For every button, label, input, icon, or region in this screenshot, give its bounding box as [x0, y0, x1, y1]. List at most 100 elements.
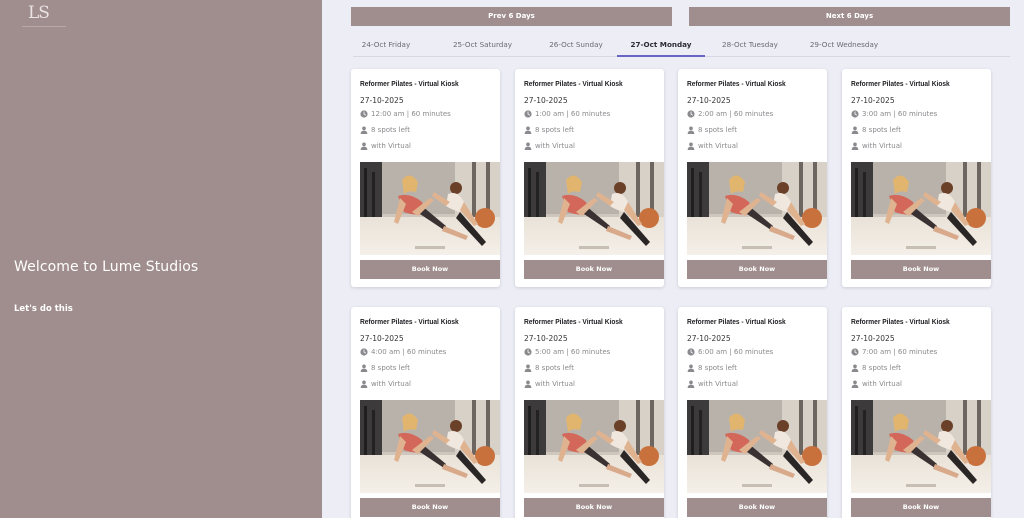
class-date: 27-10-2025: [360, 96, 404, 105]
class-spots-row: 8 spots left: [524, 126, 574, 134]
person-icon: [687, 380, 695, 388]
class-date: 27-10-2025: [851, 334, 895, 343]
class-time: 3:00 am | 60 minutes: [862, 110, 938, 118]
logo-divider: [22, 26, 66, 27]
class-instructor-row: with Virtual: [687, 142, 738, 150]
class-title: Reformer Pilates - Virtual Kiosk: [360, 317, 459, 326]
person-icon: [360, 126, 368, 134]
class-instructor: with Virtual: [535, 142, 575, 150]
class-title: Reformer Pilates - Virtual Kiosk: [524, 317, 623, 326]
class-spots-row: 8 spots left: [851, 126, 901, 134]
clock-icon: [360, 110, 368, 118]
class-time: 7:00 am | 60 minutes: [862, 348, 938, 356]
person-icon: [524, 126, 532, 134]
class-card: Reformer Pilates - Virtual Kiosk 27-10-2…: [515, 307, 664, 518]
class-card: Reformer Pilates - Virtual Kiosk 27-10-2…: [842, 69, 991, 287]
book-now-button[interactable]: Book Now: [851, 498, 991, 517]
class-spots: 8 spots left: [862, 364, 902, 372]
class-title: Reformer Pilates - Virtual Kiosk: [851, 317, 950, 326]
clock-icon: [687, 110, 695, 118]
class-instructor: with Virtual: [698, 142, 738, 150]
class-time: 1:00 am | 60 minutes: [535, 110, 611, 118]
class-date: 27-10-2025: [687, 334, 731, 343]
class-date: 27-10-2025: [524, 334, 568, 343]
clock-icon: [524, 110, 532, 118]
class-title: Reformer Pilates - Virtual Kiosk: [687, 79, 786, 88]
class-instructor-row: with Virtual: [524, 142, 575, 150]
person-icon: [687, 126, 695, 134]
class-instructor-row: with Virtual: [524, 380, 575, 388]
book-now-button[interactable]: Book Now: [524, 260, 664, 279]
class-instructor: with Virtual: [535, 380, 575, 388]
tab-day[interactable]: 29-Oct Wednesday: [794, 32, 894, 57]
class-card: Reformer Pilates - Virtual Kiosk 27-10-2…: [678, 307, 827, 518]
brand-logo: LS: [28, 3, 50, 23]
class-date: 27-10-2025: [687, 96, 731, 105]
person-icon: [360, 380, 368, 388]
class-spots-row: 8 spots left: [524, 364, 574, 372]
class-time: 5:00 am | 60 minutes: [535, 348, 611, 356]
person-icon: [524, 142, 532, 150]
clock-icon: [851, 348, 859, 356]
class-date: 27-10-2025: [851, 96, 895, 105]
class-time: 12:00 am | 60 minutes: [371, 110, 451, 118]
class-spots: 8 spots left: [535, 126, 575, 134]
class-instructor: with Virtual: [862, 380, 902, 388]
class-time-row: 1:00 am | 60 minutes: [524, 110, 610, 118]
clock-icon: [360, 348, 368, 356]
class-spots: 8 spots left: [862, 126, 902, 134]
class-photo: [687, 162, 827, 255]
class-photo: [687, 400, 827, 493]
class-instructor-row: with Virtual: [687, 380, 738, 388]
prev-days-button[interactable]: Prev 6 Days: [351, 7, 672, 26]
class-spots-row: 8 spots left: [360, 364, 410, 372]
class-time-row: 5:00 am | 60 minutes: [524, 348, 610, 356]
tab-day-active[interactable]: 27-Oct Monday: [617, 32, 705, 57]
tab-day[interactable]: 28-Oct Tuesday: [708, 32, 792, 57]
class-time: 6:00 am | 60 minutes: [698, 348, 774, 356]
next-days-button[interactable]: Next 6 Days: [689, 7, 1010, 26]
book-now-button[interactable]: Book Now: [524, 498, 664, 517]
class-date: 27-10-2025: [360, 334, 404, 343]
welcome-heading: Welcome to Lume Studios: [14, 259, 199, 275]
class-title: Reformer Pilates - Virtual Kiosk: [524, 79, 623, 88]
class-date: 27-10-2025: [524, 96, 568, 105]
class-spots: 8 spots left: [698, 126, 738, 134]
class-photo: [360, 162, 500, 255]
schedule-area: Prev 6 Days Next 6 Days 24-Oct Friday 25…: [322, 0, 1024, 518]
person-icon: [360, 142, 368, 150]
class-instructor: with Virtual: [698, 380, 738, 388]
book-now-button[interactable]: Book Now: [687, 498, 827, 517]
class-card: Reformer Pilates - Virtual Kiosk 27-10-2…: [515, 69, 664, 287]
class-spots-row: 8 spots left: [851, 364, 901, 372]
tab-day[interactable]: 26-Oct Sunday: [538, 32, 614, 57]
class-card: Reformer Pilates - Virtual Kiosk 27-10-2…: [842, 307, 991, 518]
book-now-button[interactable]: Book Now: [687, 260, 827, 279]
tab-day[interactable]: 25-Oct Saturday: [440, 32, 525, 57]
day-tabs: 24-Oct Friday 25-Oct Saturday 26-Oct Sun…: [353, 32, 1010, 57]
book-now-button[interactable]: Book Now: [360, 260, 500, 279]
class-time-row: 7:00 am | 60 minutes: [851, 348, 937, 356]
clock-icon: [851, 110, 859, 118]
tagline: Let's do this: [14, 304, 73, 314]
class-card: Reformer Pilates - Virtual Kiosk 27-10-2…: [351, 69, 500, 287]
tab-day[interactable]: 24-Oct Friday: [353, 32, 419, 57]
class-spots-row: 8 spots left: [687, 126, 737, 134]
class-title: Reformer Pilates - Virtual Kiosk: [687, 317, 786, 326]
class-time-row: 6:00 am | 60 minutes: [687, 348, 773, 356]
person-icon: [524, 364, 532, 372]
book-now-button[interactable]: Book Now: [360, 498, 500, 517]
person-icon: [851, 380, 859, 388]
class-time: 2:00 am | 60 minutes: [698, 110, 774, 118]
class-title: Reformer Pilates - Virtual Kiosk: [360, 79, 459, 88]
class-spots-row: 8 spots left: [360, 126, 410, 134]
person-icon: [851, 142, 859, 150]
clock-icon: [524, 348, 532, 356]
person-icon: [360, 364, 368, 372]
class-spots: 8 spots left: [535, 364, 575, 372]
class-time: 4:00 am | 60 minutes: [371, 348, 447, 356]
class-photo: [851, 162, 991, 255]
book-now-button[interactable]: Book Now: [851, 260, 991, 279]
class-photo: [524, 162, 664, 255]
class-card: Reformer Pilates - Virtual Kiosk 27-10-2…: [351, 307, 500, 518]
